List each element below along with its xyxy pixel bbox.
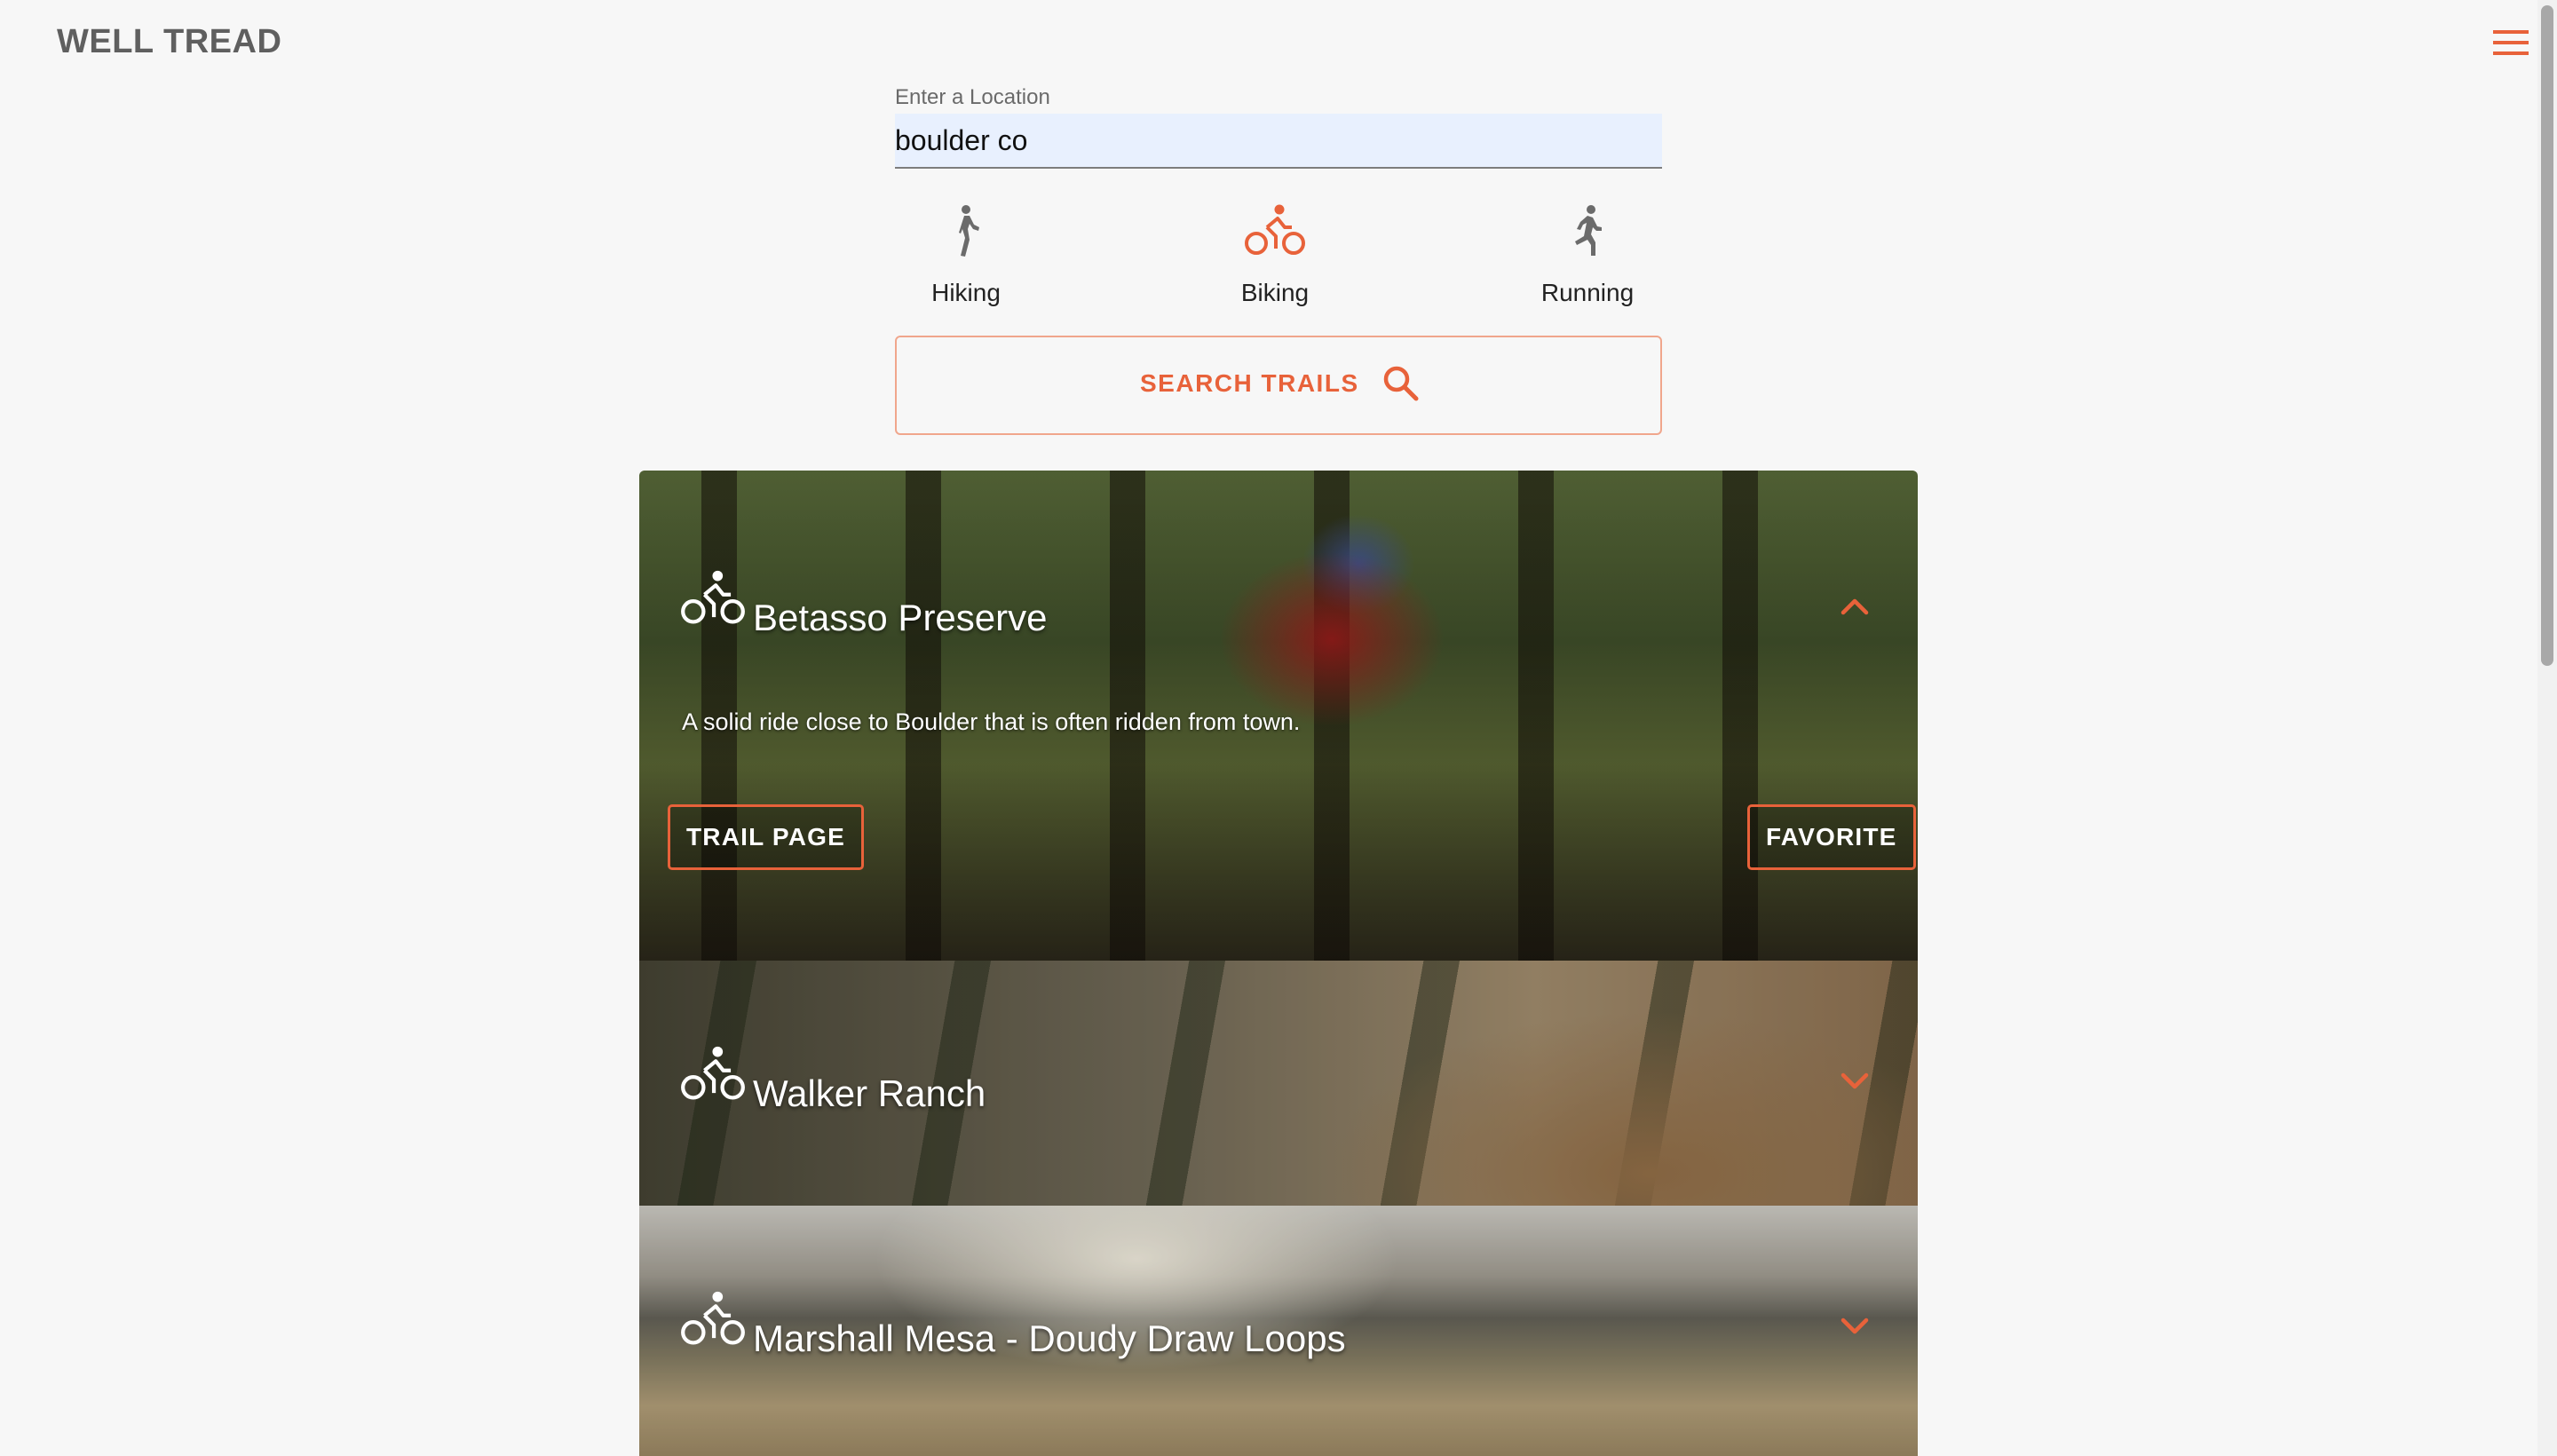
biking-icon [681,1046,745,1100]
activity-label: Biking [1240,279,1310,306]
brand-logo-text[interactable]: WELL TREAD [57,23,281,61]
trail-card[interactable]: Walker Ranch [639,961,1918,1206]
location-input[interactable] [895,114,1662,169]
chevron-up-icon[interactable] [1840,595,1870,616]
search-icon [1383,366,1419,401]
activity-option-hiking[interactable]: Hiking [868,202,1064,316]
activity-label: Hiking [931,279,1001,306]
trail-page-button[interactable]: TRAIL PAGE [668,804,864,870]
favorite-button[interactable]: FAVORITE [1747,804,1916,870]
search-trails-label: SEARCH TRAILS [1140,369,1359,397]
running-icon [1575,205,1602,256]
scrollbar-thumb[interactable] [2541,5,2553,666]
trail-name[interactable]: Betasso Preserve [753,597,1048,639]
hiking-icon [959,205,979,257]
search-trails-button[interactable]: SEARCH TRAILS [895,336,1662,435]
biking-icon [681,570,745,624]
hamburger-menu-icon[interactable] [2491,25,2530,60]
trail-card[interactable]: Marshall Mesa - Doudy Draw Loops [639,1206,1918,1456]
location-field-label: Enter a Location [895,85,1050,109]
chevron-down-icon[interactable] [1840,1071,1870,1092]
activity-option-biking[interactable]: Biking [1177,202,1373,316]
activity-option-running[interactable]: Running [1490,202,1685,316]
trail-description: A solid ride close to Boulder that is of… [682,708,1301,735]
biking-icon [1245,204,1305,255]
chevron-down-icon[interactable] [1840,1316,1870,1337]
trail-card[interactable]: Betasso Preserve A solid ride close to B… [639,471,1918,961]
activity-label: Running [1540,279,1635,306]
trail-name[interactable]: Walker Ranch [753,1072,986,1115]
biking-icon [681,1291,745,1345]
trail-name[interactable]: Marshall Mesa - Doudy Draw Loops [753,1318,1346,1360]
